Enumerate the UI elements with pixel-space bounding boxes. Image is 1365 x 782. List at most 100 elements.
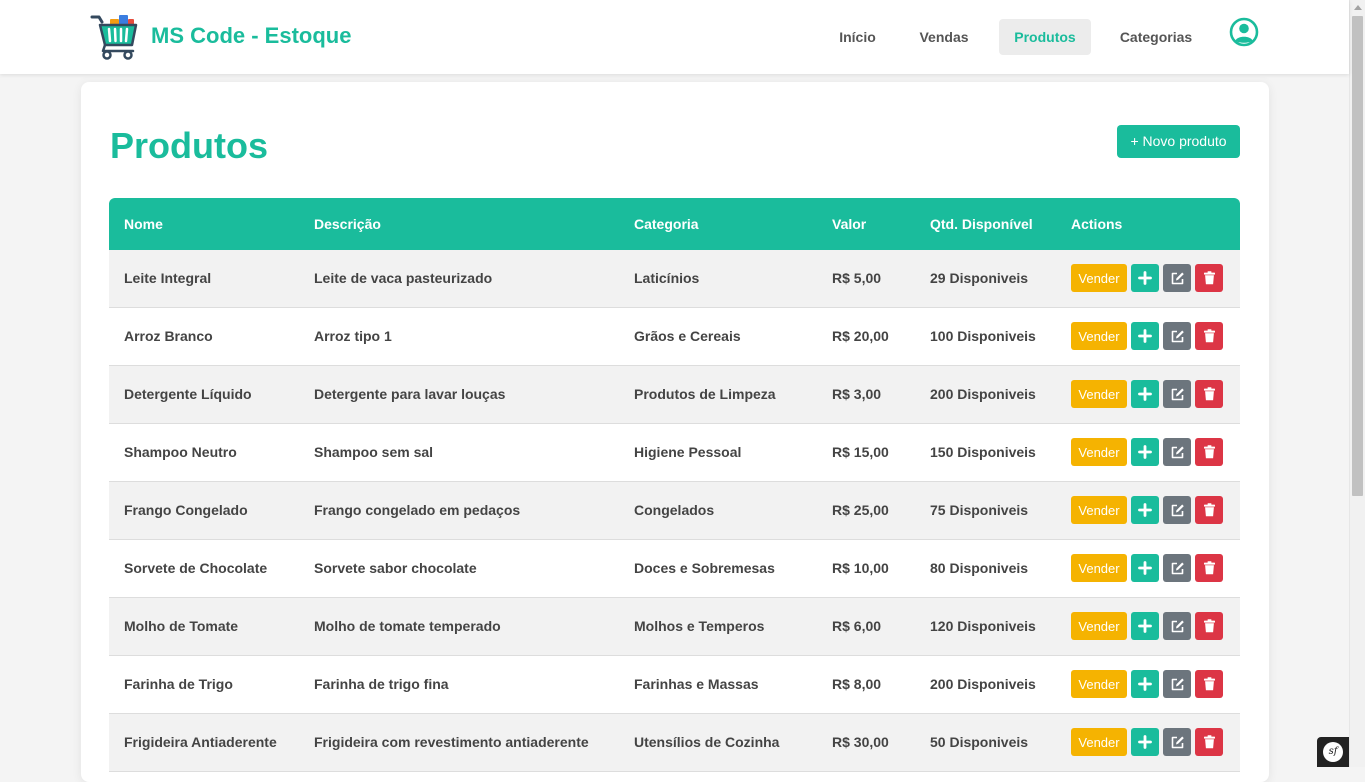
table-row: Sorvete de Chocolate Sorvete sabor chocol… (109, 540, 1240, 598)
cell-categoria: Utensílios de Cozinha (634, 734, 780, 750)
delete-button[interactable] (1195, 612, 1223, 640)
add-stock-icon (1138, 677, 1152, 691)
symfony-toolbar-toggle[interactable]: sf (1317, 737, 1349, 767)
sell-button[interactable]: Vender (1071, 670, 1127, 698)
row-actions: Vender (1071, 322, 1223, 350)
delete-icon (1203, 677, 1216, 691)
page-scrollbar[interactable] (1349, 0, 1365, 767)
edit-button[interactable] (1163, 438, 1191, 466)
cell-nome: Frango Congelado (124, 502, 248, 518)
cell-valor: R$ 3,00 (832, 386, 882, 402)
add-stock-icon (1138, 271, 1152, 285)
sell-button[interactable]: Vender (1071, 496, 1127, 524)
row-actions: Vender (1071, 728, 1223, 756)
nav-item-vendas[interactable]: Vendas (904, 19, 984, 55)
delete-icon (1203, 561, 1216, 575)
header-descricao[interactable]: Descrição (314, 198, 381, 250)
add-stock-icon (1138, 503, 1152, 517)
sell-button[interactable]: Vender (1071, 322, 1127, 350)
delete-icon (1203, 503, 1216, 517)
header-valor[interactable]: Valor (832, 198, 866, 250)
row-actions: Vender (1071, 380, 1223, 408)
cell-descricao: Leite de vaca pasteurizado (314, 270, 493, 286)
add-stock-icon (1138, 445, 1152, 459)
delete-icon (1203, 619, 1216, 633)
nav-item-categorias[interactable]: Categorias (1105, 19, 1207, 55)
sell-button[interactable]: Vender (1071, 380, 1127, 408)
add-stock-button[interactable] (1131, 380, 1159, 408)
cell-descricao: Farinha de trigo fina (314, 676, 449, 692)
cell-valor: R$ 8,00 (832, 676, 882, 692)
edit-icon (1170, 735, 1185, 750)
cell-categoria: Congelados (634, 502, 715, 518)
header-categoria[interactable]: Categoria (634, 198, 699, 250)
add-stock-icon (1138, 561, 1152, 575)
add-stock-button[interactable] (1131, 670, 1159, 698)
delete-button[interactable] (1195, 728, 1223, 756)
scroll-up-arrow-icon[interactable] (1354, 5, 1362, 10)
scroll-thumb[interactable] (1352, 16, 1363, 496)
cell-valor: R$ 10,00 (832, 560, 889, 576)
add-stock-icon (1138, 387, 1152, 401)
table-row: Frango Congelado Frango congelado em peda… (109, 482, 1240, 540)
edit-button[interactable] (1163, 380, 1191, 408)
sell-button[interactable]: Vender (1071, 264, 1127, 292)
sell-button[interactable]: Vender (1071, 612, 1127, 640)
delete-button[interactable] (1195, 438, 1223, 466)
delete-button[interactable] (1195, 554, 1223, 582)
add-stock-button[interactable] (1131, 438, 1159, 466)
delete-button[interactable] (1195, 380, 1223, 408)
cell-qtd: 80 Disponiveis (930, 560, 1029, 576)
table-row: Farinha de Trigo Farinha de trigo fina Far… (109, 656, 1240, 714)
cell-valor: R$ 25,00 (832, 502, 889, 518)
edit-icon (1170, 387, 1185, 402)
delete-button[interactable] (1195, 496, 1223, 524)
nav-links: Início Vendas Produtos Categorias (0, 19, 1349, 55)
delete-button[interactable] (1195, 322, 1223, 350)
delete-button[interactable] (1195, 670, 1223, 698)
add-stock-button[interactable] (1131, 496, 1159, 524)
cell-qtd: 50 Disponiveis (930, 734, 1029, 750)
row-actions: Vender (1071, 670, 1223, 698)
cell-valor: R$ 5,00 (832, 270, 882, 286)
edit-button[interactable] (1163, 612, 1191, 640)
edit-button[interactable] (1163, 554, 1191, 582)
table-row: Frigideira Antiaderente Frigideira com re… (109, 714, 1240, 772)
row-actions: Vender (1071, 554, 1223, 582)
add-stock-button[interactable] (1131, 728, 1159, 756)
cell-qtd: 150 Disponiveis (930, 444, 1036, 460)
cell-categoria: Higiene Pessoal (634, 444, 742, 460)
edit-button[interactable] (1163, 264, 1191, 292)
nav-item-produtos[interactable]: Produtos (999, 19, 1091, 55)
cell-categoria: Produtos de Limpeza (634, 386, 776, 402)
header-qtd[interactable]: Qtd. Disponível (930, 198, 1033, 250)
delete-button[interactable] (1195, 264, 1223, 292)
cell-qtd: 100 Disponiveis (930, 328, 1036, 344)
table-header: Nome Descrição Categoria Valor Qtd. Disp… (109, 198, 1240, 250)
sell-button[interactable]: Vender (1071, 438, 1127, 466)
table-row: Shampoo Neutro Shampoo sem sal Higiene Pes… (109, 424, 1240, 482)
header-nome[interactable]: Nome (124, 198, 163, 250)
cell-categoria: Grãos e Cereais (634, 328, 741, 344)
row-actions: Vender (1071, 264, 1223, 292)
sell-button[interactable]: Vender (1071, 728, 1127, 756)
cell-descricao: Frango congelado em pedaços (314, 502, 521, 518)
page-title: Produtos (110, 125, 268, 166)
cell-categoria: Laticínios (634, 270, 700, 286)
cell-nome: Molho de Tomate (124, 618, 239, 634)
sell-button[interactable]: Vender (1071, 554, 1127, 582)
new-product-button[interactable]: + Novo produto (1117, 125, 1240, 158)
edit-button[interactable] (1163, 728, 1191, 756)
user-circle-icon[interactable] (1229, 17, 1259, 47)
add-stock-button[interactable] (1131, 554, 1159, 582)
add-stock-button[interactable] (1131, 322, 1159, 350)
table-body: Leite Integral Leite de vaca pasteurizado… (109, 250, 1240, 772)
nav-item-inicio[interactable]: Início (823, 19, 892, 55)
edit-icon (1170, 619, 1185, 634)
edit-button[interactable] (1163, 670, 1191, 698)
delete-icon (1203, 735, 1216, 749)
edit-button[interactable] (1163, 322, 1191, 350)
add-stock-button[interactable] (1131, 612, 1159, 640)
edit-button[interactable] (1163, 496, 1191, 524)
add-stock-button[interactable] (1131, 264, 1159, 292)
